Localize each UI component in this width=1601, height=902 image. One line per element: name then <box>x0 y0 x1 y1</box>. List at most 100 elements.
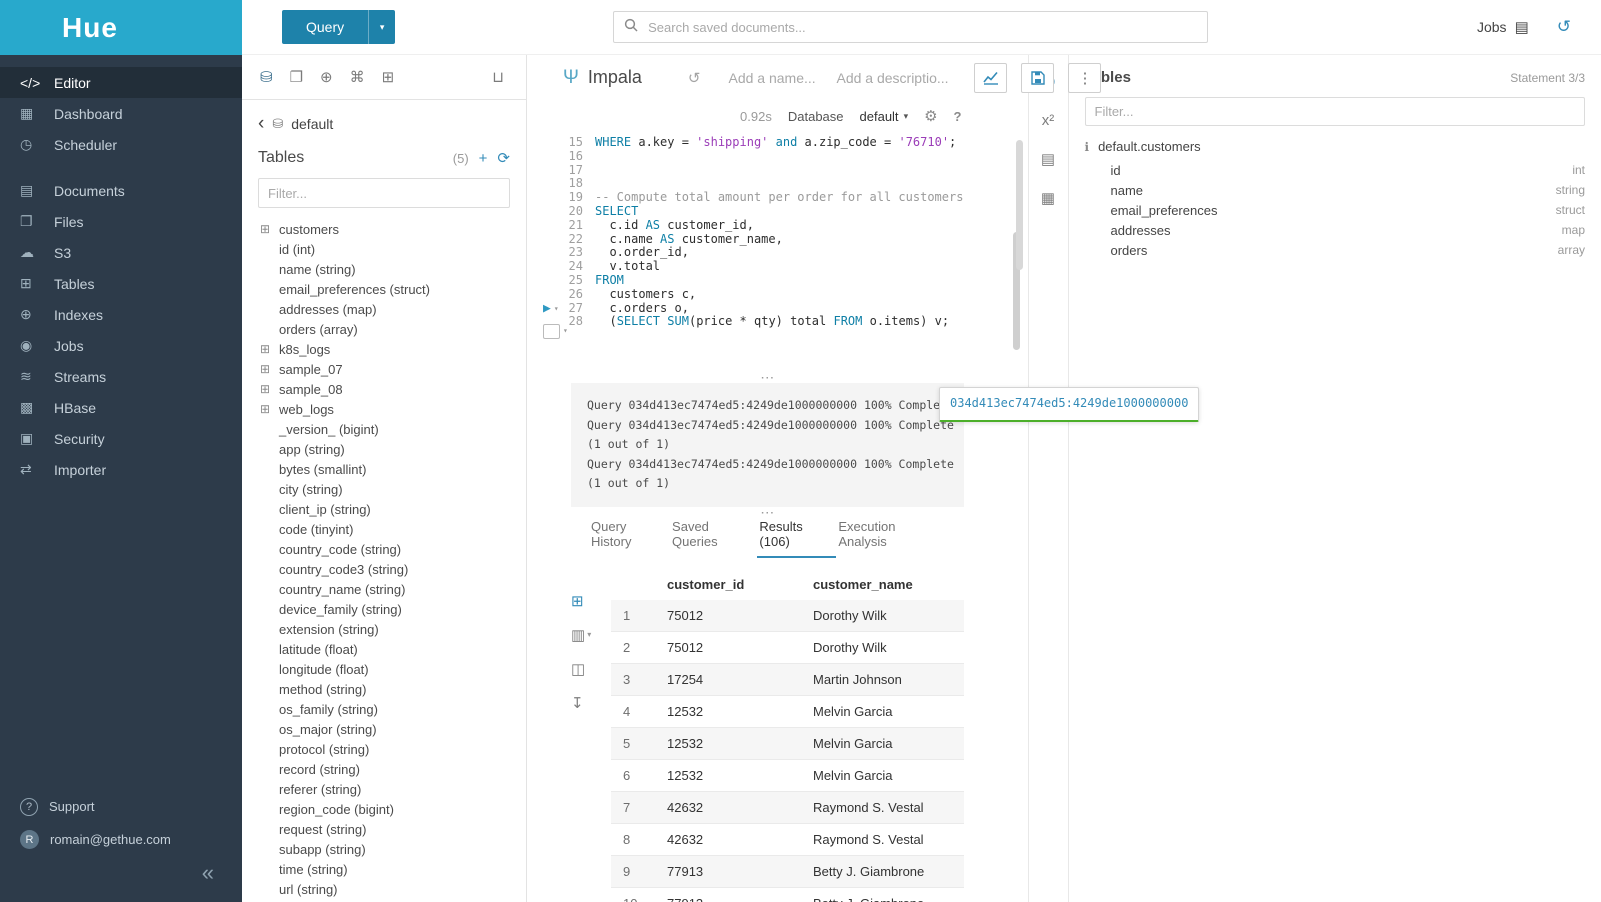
panel-scrollbar[interactable] <box>1016 140 1023 270</box>
table-row[interactable]: 7 42632 Raymond S. Vestal HS3124 1944 <box>611 792 964 824</box>
tree-item[interactable]: ⊞ url (string) <box>258 879 510 899</box>
sitemap-icon[interactable]: ⌘ <box>350 68 365 86</box>
table-row[interactable]: 8 42632 Raymond S. Vestal BS5902 2798 <box>611 824 964 856</box>
resize-handle[interactable]: ⋯ <box>571 507 964 518</box>
snippet-history-icon[interactable]: ↺ <box>688 69 701 87</box>
table-row[interactable]: 3 17254 Martin Johnson I72T39 18 <box>611 664 964 696</box>
tree-item[interactable]: ⊞ app (string) <box>258 439 510 459</box>
tree-item[interactable]: ⊞ referer (string) <box>258 779 510 799</box>
query-name-input[interactable] <box>726 69 826 87</box>
resize-handle[interactable]: ⋯ <box>571 372 964 383</box>
active-table[interactable]: ℹ default.customers <box>1085 139 1586 154</box>
database-select[interactable]: default ▾ <box>860 109 909 124</box>
support-link[interactable]: ? Support <box>0 790 242 823</box>
save-button[interactable] <box>1021 63 1054 93</box>
tree-item[interactable]: ⊞ city (string) <box>258 479 510 499</box>
execute-button[interactable]: ▶ ▾ <box>543 302 568 316</box>
column-header[interactable]: customer_id <box>655 577 801 592</box>
hue-logo[interactable]: Hue <box>0 0 242 55</box>
sidebar-item-scheduler[interactable]: ◷ Scheduler <box>0 129 242 160</box>
code-editor[interactable]: 15WHERE a.key = 'shipping' and a.zip_cod… <box>527 132 1028 372</box>
sidebar-item-documents[interactable]: ▤ Documents <box>0 175 242 206</box>
sidebar-item-security[interactable]: ▣ Security <box>0 423 242 454</box>
tree-item[interactable]: ⊞ extension (string) <box>258 619 510 639</box>
tree-table-customers[interactable]: ⊞ customers <box>258 219 510 239</box>
chart-view-icon[interactable]: ▥ ▾ <box>571 626 611 644</box>
table-row[interactable]: 9 77913 Betty J. Giambrone DN8815 1320 <box>611 856 964 888</box>
columns-view-icon[interactable]: ◫ ▾ <box>571 660 611 678</box>
tree-item[interactable]: ⊞ method (string) <box>258 679 510 699</box>
tree-item[interactable]: ⊞ country_name (string) <box>258 579 510 599</box>
jobs-link[interactable]: Jobs ▤ <box>1477 18 1529 36</box>
more-actions-button[interactable]: ⋮ <box>1068 63 1101 93</box>
name[interactable]: name string <box>1085 180 1586 200</box>
help-icon[interactable]: ? <box>954 109 962 124</box>
language-reference-icon[interactable]: ▤ <box>1041 150 1055 168</box>
zoom-in-icon[interactable]: ⊕ <box>320 68 333 86</box>
tree-item[interactable]: ⊞ client_ip (string) <box>258 499 510 519</box>
tree-item[interactable]: ⊞ addresses (map) <box>258 299 510 319</box>
collapse-sidebar-button[interactable]: « <box>0 856 242 898</box>
apps-grid-icon[interactable]: ⊞ <box>382 68 395 86</box>
table-row[interactable]: 5 12532 Melvin Garcia B8623C 2507 <box>611 728 964 760</box>
tree-table-sample-07[interactable]: ⊞ sample_07 <box>258 359 510 379</box>
tab-saved-queries[interactable]: Saved Queries <box>670 519 757 558</box>
info-icon[interactable]: ℹ <box>1085 140 1090 154</box>
gear-icon[interactable]: ⚙ <box>924 107 937 125</box>
tree-item[interactable]: ⊞ country_code3 (string) <box>258 559 510 579</box>
tree-item[interactable]: ⊞ region_code (bigint) <box>258 799 510 819</box>
orders[interactable]: orders array <box>1085 240 1586 260</box>
sidebar-item-s3[interactable]: ☁ S3 <box>0 237 242 268</box>
tree-table-k8s-logs[interactable]: ⊞ k8s_logs <box>258 339 510 359</box>
email_preferences[interactable]: email_preferences struct <box>1085 200 1586 220</box>
table-row[interactable]: 1 75012 Dorothy Wilk 4056711 918 <box>611 600 964 632</box>
tree-item[interactable]: ⊞ time (string) <box>258 859 510 879</box>
sidebar-item-tables[interactable]: ⊞ Tables <box>0 268 242 299</box>
tree-item[interactable]: ⊞ subapp (string) <box>258 839 510 859</box>
tree-item[interactable]: ⊞ os_family (string) <box>258 699 510 719</box>
schedule-icon[interactable]: ▦ <box>1041 189 1055 207</box>
tree-item[interactable]: ⊞ latitude (float) <box>258 639 510 659</box>
tree-item[interactable]: ⊞ _version_ (bigint) <box>258 419 510 439</box>
addresses[interactable]: addresses map <box>1085 220 1586 240</box>
sidebar-item-importer[interactable]: ⇄ Importer <box>0 454 242 485</box>
grid-view-icon[interactable]: ⊞ ▾ <box>571 592 611 610</box>
table-row[interactable]: 10 77913 Betty J. Giambrone XR2771 4315 <box>611 888 964 902</box>
breadcrumb-database[interactable]: default <box>291 116 333 132</box>
tree-item[interactable]: ⊞ request (string) <box>258 819 510 839</box>
engine-selector[interactable]: Ψ Impala <box>563 67 642 89</box>
documents-icon[interactable]: ❐ <box>290 68 303 86</box>
databases-icon[interactable]: ⛁ <box>260 68 273 86</box>
query-button[interactable]: Query <box>282 10 368 44</box>
user-menu[interactable]: R romain@gethue.com <box>0 823 242 856</box>
sidebar-item-files[interactable]: ❐ Files <box>0 206 242 237</box>
tree-item[interactable]: ⊞ name (string) <box>258 259 510 279</box>
chart-button[interactable] <box>974 63 1007 93</box>
tree-item[interactable]: ⊞ id (int) <box>258 239 510 259</box>
query-history-icon[interactable]: ↺ <box>1557 17 1571 37</box>
tree-table-web-logs[interactable]: ⊞ web_logs <box>258 399 510 419</box>
tree-item[interactable]: ⊞ code (tinyint) <box>258 519 510 539</box>
column-header[interactable]: customer_name <box>801 577 964 592</box>
sidebar-item-indexes[interactable]: ⊕ Indexes <box>0 299 242 330</box>
tree-item[interactable]: ⊞ bytes (smallint) <box>258 459 510 479</box>
tables-filter-input[interactable] <box>258 178 510 208</box>
tree-item[interactable]: ⊞ record (string) <box>258 759 510 779</box>
tab-results[interactable]: Results (106) <box>757 519 836 558</box>
table-row[interactable]: 2 75012 Dorothy Wilk J882C2 96 <box>611 632 964 664</box>
id[interactable]: id int <box>1085 160 1586 180</box>
tab-execution-analysis[interactable]: Execution Analysis <box>836 519 945 558</box>
sidebar-item-dashboard[interactable]: ▦ Dashboard <box>0 98 242 129</box>
tree-item[interactable]: ⊞ orders (array) <box>258 319 510 339</box>
sidebar-item-editor[interactable]: </> Editor <box>0 67 242 98</box>
format-button[interactable]: ▾ <box>543 324 568 339</box>
search-input[interactable] <box>646 19 1197 36</box>
tree-item[interactable]: ⊞ longitude (float) <box>258 659 510 679</box>
query-caret-button[interactable]: ▾ <box>368 10 395 44</box>
tree-item[interactable]: ⊞ country_code (string) <box>258 539 510 559</box>
refresh-icon[interactable]: ⟳ <box>497 149 510 167</box>
tree-table-sample-08[interactable]: ⊞ sample_08 <box>258 379 510 399</box>
tree-item[interactable]: ⊞ os_major (string) <box>258 719 510 739</box>
sidebar-item-jobs[interactable]: ◉ Jobs <box>0 330 242 361</box>
tab-query-history[interactable]: Query History <box>589 519 670 558</box>
